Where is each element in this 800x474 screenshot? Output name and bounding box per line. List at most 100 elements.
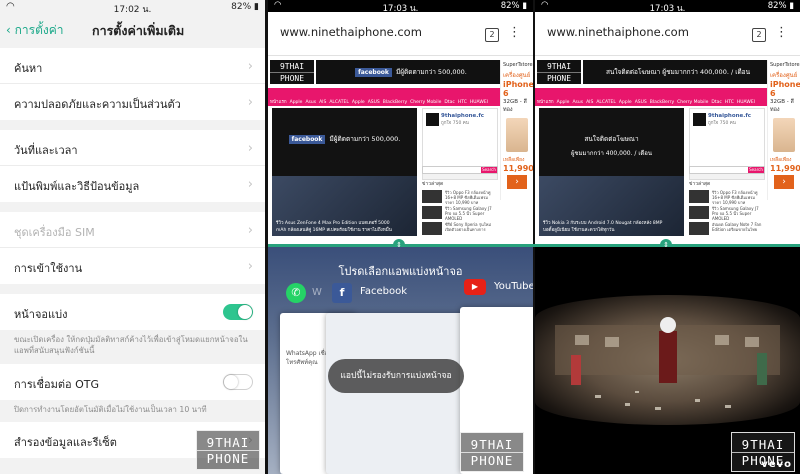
- ad-go-button[interactable]: ›: [507, 175, 527, 189]
- picker-title: โปรดเลือกแอพแบ่งหน้าจอ: [338, 265, 463, 278]
- top-banner-ad[interactable]: สนใจติดต่อโฆษณา ผู้ชมมากกว่า 400,000. / …: [583, 60, 773, 84]
- split-screen-note: ขณะเปิดเครื่อง ให้กดปุ่มมัลติทาสก์ค้างไว…: [14, 335, 248, 355]
- site-nav-item[interactable]: HTC: [458, 100, 467, 105]
- news-item[interactable]: รีวิว Samsung Galaxy J7 Pro จอ 5.5 นิ้ว …: [689, 206, 765, 221]
- settings-row-privacy[interactable]: ความปลอดภัยและความเป็นส่วนตัว ›: [0, 84, 265, 120]
- settings-row-keyboard[interactable]: แป้นพิมพ์และวิธีป้อนข้อมูล ›: [0, 166, 265, 202]
- status-bar: ◠ 17:02 น. 82% ▮: [0, 0, 265, 15]
- site-nav-item[interactable]: BlackBerry: [650, 100, 674, 105]
- site-nav-item[interactable]: Apple: [352, 100, 365, 105]
- hero-caption[interactable]: รีวิว Asus ZenFone 4 Max Pro Edition แบต…: [276, 219, 396, 233]
- site-nav-item[interactable]: หน้าแรก: [537, 98, 554, 105]
- settings-header: ‹ การตั้งค่า การตั้งค่าเพิ่มเติม: [0, 14, 265, 44]
- news-item[interactable]: รีวิว Oppo F3 กล้องหน้าคู่ 16+8 MP ซีลฟี…: [422, 190, 498, 205]
- settings-group-2: วันที่และเวลา › แป้นพิมพ์และวิธีป้อนข้อมู…: [0, 130, 265, 202]
- settings-row-access[interactable]: การเข้าใช้งาน ›: [0, 248, 265, 284]
- iphone-image: [773, 118, 795, 152]
- site-nav-item[interactable]: BlackBerry: [383, 100, 407, 105]
- news-item[interactable]: อัปเดต Galaxy Note 7 Fan Edition เตรียมข…: [689, 222, 765, 236]
- chevron-right-icon: ›: [247, 259, 253, 274]
- hero-slider[interactable]: สนใจติดต่อโฆษณา ผู้ชมมากกว่า 400,000. / …: [539, 108, 684, 236]
- settings-row-search[interactable]: ค้นหา ›: [0, 48, 265, 84]
- split-screen-toggle[interactable]: [223, 304, 253, 320]
- site-nav-menu[interactable]: หน้าแรก Apple Asus AIS ALCATEL Apple ASUS Black…: [268, 88, 500, 143]
- otg-toggle[interactable]: [223, 374, 253, 390]
- site-nav-item[interactable]: AIS: [586, 100, 593, 105]
- top-banner-ad[interactable]: facebook มีผู้ติดตามกว่า 500,000.: [316, 60, 506, 84]
- ad-go-button[interactable]: ›: [774, 175, 794, 189]
- whatsapp-icon[interactable]: ✆: [286, 283, 306, 303]
- site-nav-item[interactable]: HUAWEI: [470, 100, 488, 105]
- settings-group-1: ค้นหา › ความปลอดภัยและความเป็นส่วนตัว ›: [0, 48, 265, 120]
- site-nav-item[interactable]: หน้าแรก: [270, 98, 287, 105]
- menu-kebab-icon[interactable]: ⋮: [775, 25, 788, 40]
- news-item[interactable]: รีวิว Samsung Galaxy J7 Pro จอ 5.5 นิ้ว …: [422, 206, 498, 221]
- youtube-icon[interactable]: ▶: [464, 279, 486, 295]
- split-app-picker: โปรดเลือกแอพแบ่งหน้าจอ WhatsApp เชื่อมต่…: [268, 247, 533, 474]
- tab-switcher-button[interactable]: 2: [752, 28, 766, 42]
- toast-not-supported: แอปนี้ไม่รองรับการแบ่งหน้าจอ: [328, 359, 464, 393]
- url-bar[interactable]: www.ninethaiphone.com: [547, 25, 689, 39]
- site-nav-item[interactable]: AIS: [319, 100, 326, 105]
- site-nav-item[interactable]: Apple: [290, 100, 303, 105]
- news-item[interactable]: ซีรีย์ Sony Xperia รุ่นใหม่ เปิดตัวอย่าง…: [422, 222, 498, 236]
- settings-row-split-screen[interactable]: หน้าจอแบ่ง: [0, 294, 265, 330]
- website-content[interactable]: 9THAI PHONE สนใจติดต่อโฆษณา ผู้ชมมากกว่า …: [535, 56, 800, 244]
- site-nav-item[interactable]: HTC: [725, 100, 734, 105]
- battery-level: 82% ▮: [231, 2, 259, 12]
- website-content[interactable]: 9THAI PHONE facebook มีผู้ติดตามกว่า 500,0…: [268, 56, 533, 244]
- side-ad[interactable]: SuperTstore เครื่องศูนย์ iPhone 6 32GB -…: [500, 60, 533, 200]
- site-nav-item[interactable]: Asus: [305, 100, 316, 105]
- settings-group-split: หน้าจอแบ่ง: [0, 294, 265, 330]
- site-nav-item[interactable]: ALCATEL: [329, 100, 349, 105]
- settings-row-otg[interactable]: การเชื่อมต่อ OTG: [0, 364, 265, 400]
- page-title: การตั้งค่าเพิ่มเติม: [92, 23, 185, 38]
- back-button[interactable]: ‹ การตั้งค่า: [6, 21, 64, 40]
- site-nav-item[interactable]: Cherry Mobile: [677, 100, 708, 105]
- side-ad[interactable]: SuperTstore เครื่องศูนย์ iPhone 6 32GB -…: [767, 60, 800, 200]
- site-logo[interactable]: 9THAI PHONE: [270, 60, 314, 84]
- site-nav-item[interactable]: Asus: [572, 100, 583, 105]
- settings-group-otg: การเชื่อมต่อ OTG: [0, 364, 265, 400]
- vevo-logo: vevo: [761, 459, 792, 470]
- site-search-input[interactable]: Search: [422, 166, 498, 174]
- browser-panel-right: ◠ 17:03 น. 82% ▮ www.ninethaiphone.com 2…: [535, 0, 800, 244]
- settings-row-sim: ชุดเครื่องมือ SIM ›: [0, 212, 265, 248]
- site-nav-item[interactable]: HUAWEI: [737, 100, 755, 105]
- chevron-right-icon: ›: [247, 95, 253, 110]
- url-bar[interactable]: www.ninethaiphone.com: [280, 25, 422, 39]
- facebook-icon[interactable]: f: [332, 283, 352, 303]
- settings-group-3: ชุดเครื่องมือ SIM › การเข้าใช้งาน ›: [0, 212, 265, 284]
- site-nav-item[interactable]: Apple: [557, 100, 570, 105]
- chevron-right-icon: ›: [247, 177, 253, 192]
- search-button[interactable]: Search: [481, 167, 497, 173]
- site-nav-item[interactable]: Apple: [619, 100, 632, 105]
- status-bar: ◠ 17:03 น. 82% ▮: [268, 0, 533, 14]
- site-nav-item[interactable]: Dtac: [711, 100, 721, 105]
- tab-switcher-button[interactable]: 2: [485, 28, 499, 42]
- video-frame[interactable]: [535, 295, 800, 425]
- iphone-image: [506, 118, 528, 152]
- news-item[interactable]: รีวิว Oppo F3 กล้องหน้าคู่ 16+8 MP ซีลฟี…: [689, 190, 765, 205]
- settings-row-datetime[interactable]: วันที่และเวลา ›: [0, 130, 265, 166]
- hero-caption[interactable]: รีวิว Nokia 3 กับระบบ Android 7.0 Nougat…: [543, 219, 663, 233]
- hero-slider[interactable]: facebook มีผู้ติดตามกว่า 500,000. รีวิว A…: [272, 108, 417, 236]
- browser-toolbar: www.ninethaiphone.com 2 ⋮: [268, 12, 533, 56]
- site-nav-item[interactable]: Dtac: [444, 100, 454, 105]
- news-header: ข่าวล่าสุด: [422, 181, 444, 187]
- video-scene: [555, 317, 780, 410]
- site-nav-item[interactable]: ASUS: [635, 100, 647, 105]
- site-logo[interactable]: 9THAI PHONE: [537, 60, 581, 84]
- app-card-facebook[interactable]: [326, 313, 472, 474]
- menu-kebab-icon[interactable]: ⋮: [508, 25, 521, 40]
- video-player[interactable]: 9THAI PHONE vevo: [535, 247, 800, 474]
- site-nav-item[interactable]: ASUS: [368, 100, 380, 105]
- site-search-input[interactable]: Search: [689, 166, 765, 174]
- watermark-logo: 9THAI PHONE: [460, 432, 524, 472]
- chevron-right-icon: ›: [247, 141, 253, 156]
- search-button[interactable]: Search: [748, 167, 764, 173]
- status-bar: ◠ 17:03 น. 82% ▮: [535, 0, 800, 14]
- site-nav-item[interactable]: Cherry Mobile: [410, 100, 441, 105]
- site-nav-item[interactable]: ALCATEL: [596, 100, 616, 105]
- site-nav-menu[interactable]: หน้าแรก Apple Asus AIS ALCATEL Apple ASUS Black…: [535, 88, 767, 143]
